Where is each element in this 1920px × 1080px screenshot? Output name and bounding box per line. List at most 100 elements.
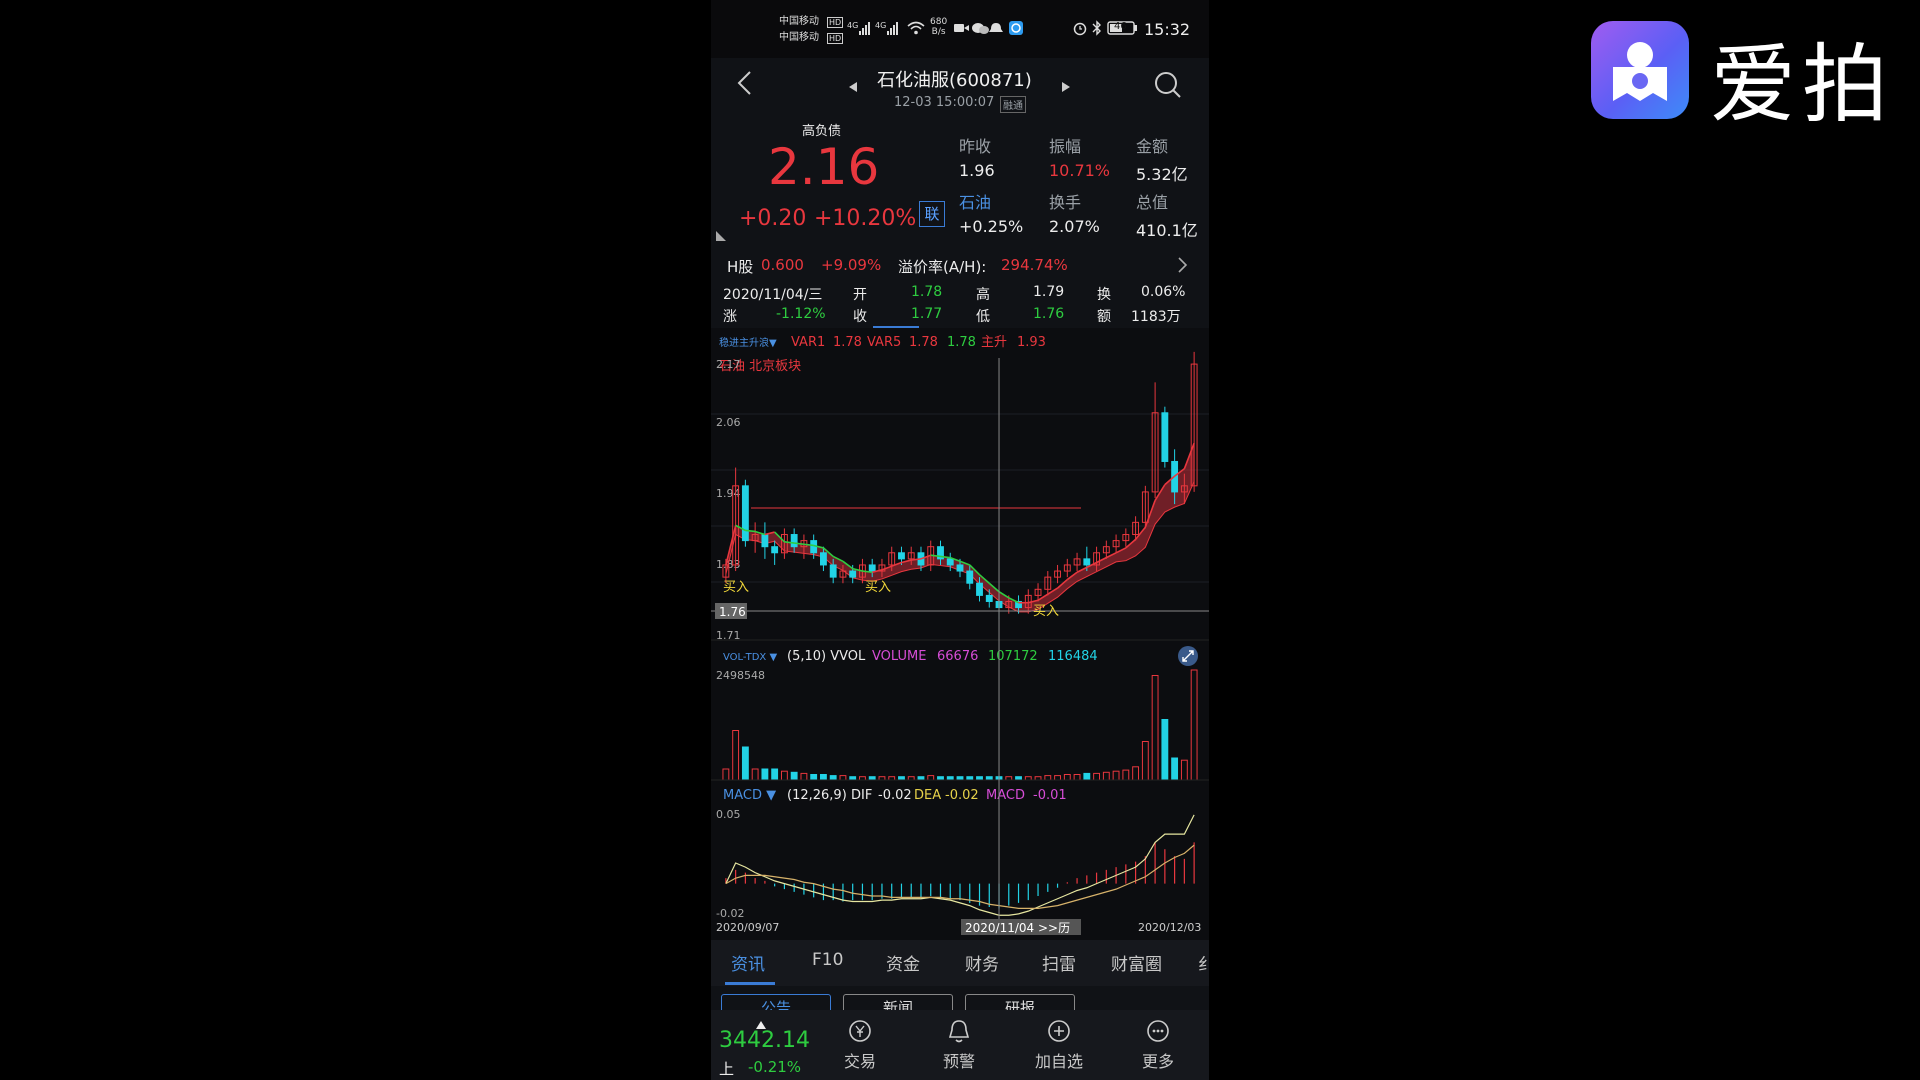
tab-f10[interactable]: F10 bbox=[812, 950, 843, 970]
var5-value: 1.78 bbox=[909, 335, 938, 350]
index-pct: -0.21% bbox=[748, 1058, 802, 1076]
volume-v1: 66676 bbox=[937, 649, 978, 664]
stat-value-amplitude: 10.71% bbox=[1049, 161, 1111, 180]
indicator-selector[interactable]: 稳进主升浪▼ bbox=[719, 336, 777, 349]
stock-title: 石化油服(600871) bbox=[877, 70, 1032, 91]
macd-selector[interactable]: MACD ▼ bbox=[723, 788, 776, 803]
volume-selector[interactable]: VOL-TDX ▼ bbox=[723, 652, 777, 663]
candle-body bbox=[956, 564, 964, 572]
subtab-announcements[interactable]: 公告 bbox=[721, 994, 831, 1010]
alert-button[interactable]: 预警 bbox=[929, 1018, 989, 1072]
sub-tabs: 公告 新闻 研报 bbox=[711, 986, 1209, 1010]
status-bar: 中国移动 中国移动 HD HD 4G 4G 680 B/s 46 15:32 bbox=[711, 0, 1209, 58]
stat-value-sector: +0.25% bbox=[959, 217, 1024, 236]
stat-label-prev-close: 昨收 bbox=[959, 137, 992, 156]
candle-body bbox=[849, 570, 857, 578]
bluetooth-icon bbox=[1092, 20, 1102, 40]
candle-body bbox=[741, 485, 749, 542]
dea-label: DEA bbox=[914, 788, 941, 803]
carrier-1: 中国移动 bbox=[779, 16, 819, 27]
volume-bar bbox=[790, 771, 798, 781]
tab-news[interactable]: 资讯 bbox=[731, 950, 765, 975]
wifi-icon bbox=[907, 20, 925, 39]
triangle-icon bbox=[716, 226, 726, 245]
tab-underline bbox=[725, 982, 775, 985]
quote-panel: 高负债 2.16 +0.20 +10.20% 联 昨收 1.96 振幅 10.7… bbox=[711, 118, 1209, 328]
volume-bar bbox=[829, 775, 837, 781]
more-button[interactable]: 更多 bbox=[1128, 1018, 1188, 1072]
aipai-logo-icon bbox=[1591, 21, 1689, 119]
volume-max: 2498548 bbox=[716, 669, 765, 682]
add-watchlist-label: 加自选 bbox=[1034, 1052, 1083, 1071]
index-name: 上 bbox=[719, 1060, 735, 1078]
buy-signal: 买入 bbox=[723, 580, 749, 595]
price-change-pct: +10.20% bbox=[814, 206, 917, 231]
day-high: 1.79 bbox=[1033, 284, 1065, 300]
macd-params: (12,26,9) bbox=[787, 788, 847, 803]
date-cursor[interactable]: 2020/11/04 >>历 bbox=[965, 921, 1070, 935]
ma-segment bbox=[745, 529, 756, 533]
date-end: 2020/12/03 bbox=[1138, 921, 1201, 934]
svg-text:4G: 4G bbox=[847, 21, 858, 30]
trade-badge: 融通 bbox=[1000, 96, 1026, 113]
trade-button[interactable]: 交易 bbox=[830, 1018, 890, 1072]
link-button[interactable]: 联 bbox=[919, 201, 945, 227]
candle-body bbox=[1083, 558, 1091, 566]
volume-bar bbox=[810, 774, 818, 781]
more-icon bbox=[1147, 1020, 1169, 1042]
chevron-right-icon[interactable] bbox=[1177, 256, 1189, 278]
volume-bar bbox=[820, 774, 827, 781]
volume-label: VOLUME bbox=[872, 649, 926, 664]
yuan-icon bbox=[849, 1020, 871, 1042]
day-high-label: 高 bbox=[976, 287, 990, 303]
candle-body bbox=[771, 546, 779, 554]
price-tick: 2.06 bbox=[716, 416, 741, 429]
day-date: 2020/11/04/三 bbox=[723, 287, 823, 303]
tab-funds[interactable]: 资金 bbox=[886, 950, 920, 975]
volume-bar bbox=[771, 768, 779, 781]
brand-name: 爱拍 bbox=[1710, 35, 1894, 135]
subtab-research[interactable]: 研报 bbox=[965, 994, 1075, 1010]
expand-icon[interactable] bbox=[1178, 646, 1198, 666]
volume-v3: 116484 bbox=[1048, 649, 1098, 664]
day-amount: 1183万 bbox=[1131, 309, 1181, 325]
sector-link[interactable]: 石油 bbox=[959, 189, 991, 213]
quote-datetime: 12-03 15:00:07 bbox=[894, 95, 995, 110]
tab-community[interactable]: 财富圈 bbox=[1111, 950, 1162, 975]
day-low-label: 低 bbox=[976, 309, 990, 325]
net-speed: 680 B/s bbox=[930, 17, 947, 37]
clock: 15:32 bbox=[1144, 20, 1191, 39]
alert-label: 预警 bbox=[942, 1052, 975, 1071]
back-button[interactable] bbox=[735, 70, 755, 100]
current-price: 2.16 bbox=[768, 138, 880, 196]
next-stock-button[interactable] bbox=[1061, 78, 1071, 97]
day-turnover: 0.06% bbox=[1141, 284, 1186, 300]
stat-label-amplitude: 振幅 bbox=[1049, 137, 1082, 156]
cursor-price: 1.76 bbox=[719, 605, 746, 619]
day-zhang-label: 涨 bbox=[723, 309, 737, 325]
prev-stock-button[interactable] bbox=[848, 78, 858, 97]
stat-value-turnover: 2.07% bbox=[1049, 217, 1100, 236]
zhusheng-value: 1.93 bbox=[1017, 335, 1046, 350]
subtab-news[interactable]: 新闻 bbox=[843, 994, 953, 1010]
hshare-pct: +9.09% bbox=[821, 256, 882, 274]
day-open-label: 开 bbox=[853, 287, 867, 303]
candle-body bbox=[761, 534, 769, 548]
candle-body bbox=[898, 552, 905, 560]
stat-value-market-cap: 410.1亿 bbox=[1136, 221, 1198, 240]
search-icon[interactable] bbox=[1153, 70, 1183, 104]
premium-label: 溢价率(A/H): bbox=[898, 258, 987, 276]
dif-label: DIF bbox=[851, 788, 872, 803]
macd-top: 0.05 bbox=[716, 808, 741, 821]
add-watchlist-button[interactable]: 加自选 bbox=[1029, 1018, 1089, 1072]
net-speed-unit: B/s bbox=[931, 27, 946, 37]
candle-body bbox=[820, 552, 827, 566]
stat-label-turnover: 换手 bbox=[1049, 193, 1082, 212]
tab-more[interactable]: 纟 bbox=[1198, 950, 1209, 975]
trade-label: 交易 bbox=[843, 1052, 876, 1071]
stock-chart[interactable]: 稳进主升浪▼ VAR1 1.78 VAR5 1.78 1.78 主升 1.93 … bbox=[711, 328, 1209, 940]
notification-icons bbox=[954, 20, 1034, 40]
index-value[interactable]: 3442.14 bbox=[719, 1028, 810, 1053]
tab-risk-scan[interactable]: 扫雷 bbox=[1042, 950, 1076, 975]
tab-finance[interactable]: 财务 bbox=[965, 950, 999, 975]
